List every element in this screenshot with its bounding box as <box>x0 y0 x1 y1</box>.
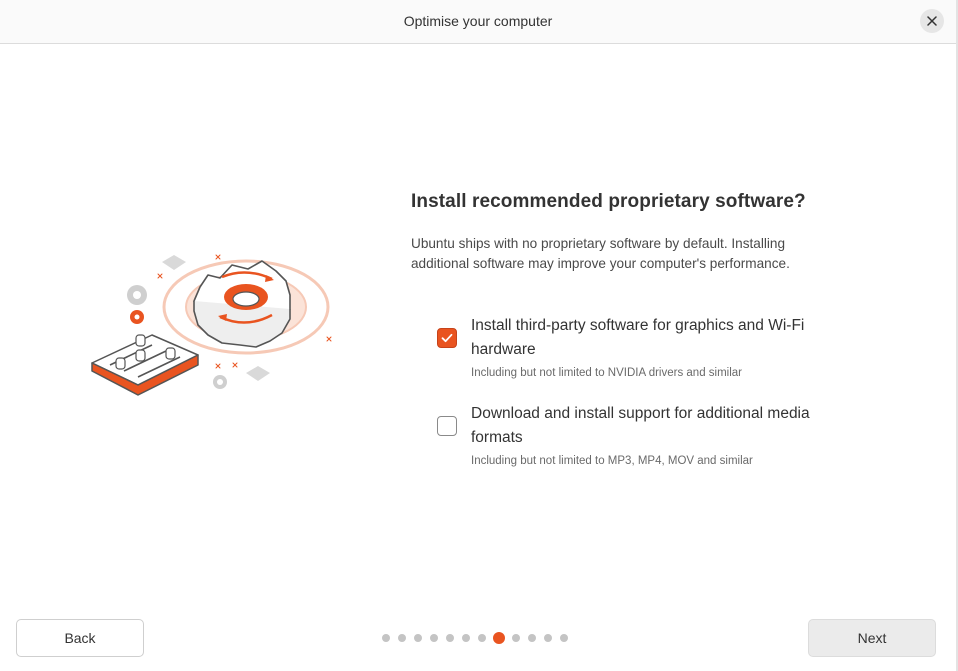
progress-dot <box>462 634 470 642</box>
close-button[interactable] <box>920 9 944 33</box>
next-button[interactable]: Next <box>808 619 936 657</box>
sliders-illustration <box>91 334 199 396</box>
progress-dot <box>398 634 406 642</box>
checkmark-icon <box>441 333 453 343</box>
graphics-wifi-label[interactable]: Install third-party software for graphic… <box>471 314 841 362</box>
progress-dot <box>478 634 486 642</box>
progress-dot <box>382 634 390 642</box>
progress-dot <box>512 634 520 642</box>
graphics-wifi-checkbox[interactable] <box>437 328 457 348</box>
window-title: Optimise your computer <box>403 13 553 29</box>
graphics-wifi-sublabel: Including but not limited to NVIDIA driv… <box>471 367 743 379</box>
progress-dot <box>430 634 438 642</box>
back-button[interactable]: Back <box>16 619 144 657</box>
page-description: Ubuntu ships with no proprietary softwar… <box>411 236 790 271</box>
progress-dot <box>446 634 454 642</box>
media-formats-checkbox[interactable] <box>437 416 457 436</box>
progress-dot <box>560 634 568 642</box>
header-bar: Optimise your computer <box>0 0 956 44</box>
close-icon <box>927 16 937 26</box>
main-content: Install recommended proprietary software… <box>411 190 851 274</box>
media-formats-sublabel: Including but not limited to MP3, MP4, M… <box>471 455 753 467</box>
optimise-illustration <box>80 245 340 420</box>
media-formats-label[interactable]: Download and install support for additio… <box>471 402 841 450</box>
gear-illustration <box>193 260 291 348</box>
progress-dot <box>528 634 536 642</box>
progress-dot <box>414 634 422 642</box>
page-heading: Install recommended proprietary software… <box>411 191 806 212</box>
progress-dot <box>493 632 505 644</box>
progress-dot <box>544 634 552 642</box>
